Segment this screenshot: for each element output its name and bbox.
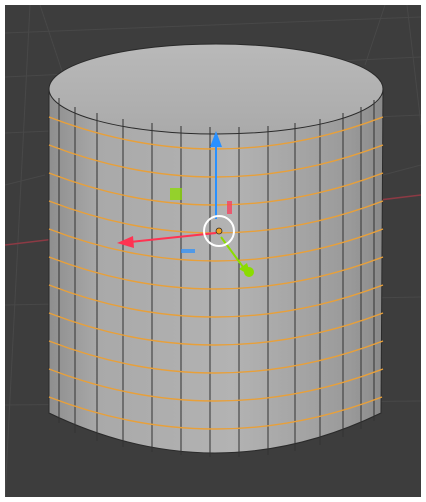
gizmo-xy-plane-handle[interactable] bbox=[227, 201, 232, 214]
viewport-canvas[interactable] bbox=[5, 5, 421, 497]
cylinder-top[interactable] bbox=[48, 43, 384, 135]
gizmo-yz-plane-handle[interactable] bbox=[170, 188, 182, 200]
3d-viewport[interactable] bbox=[5, 5, 421, 497]
gizmo-xz-plane-handle[interactable] bbox=[181, 249, 195, 253]
object-origin-icon bbox=[215, 227, 223, 235]
